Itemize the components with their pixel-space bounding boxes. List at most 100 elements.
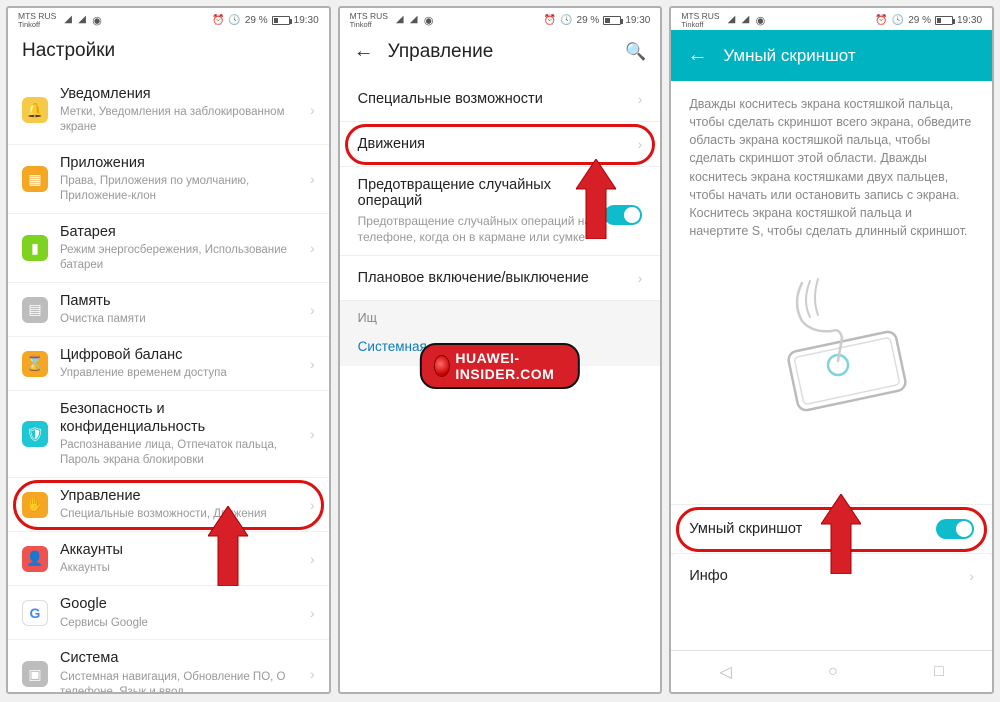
row-icon: 👤	[22, 546, 48, 572]
nav-bar: ◁ ○ □	[671, 650, 992, 692]
row-subtitle: Очистка памяти	[60, 312, 298, 327]
settings-row-батарея[interactable]: ▮ Батарея Режим энергосбережения, Использо…	[8, 214, 329, 283]
nav-recent-button[interactable]: □	[914, 657, 964, 687]
row-info[interactable]: Инфо ›	[671, 553, 992, 598]
row-scheduled-power[interactable]: Плановое включение/выключение ›	[340, 256, 661, 301]
alarm-icon: ⏰	[212, 15, 224, 26]
chevron-right-icon: ›	[638, 91, 643, 107]
nav-home-button[interactable]: ○	[808, 657, 858, 687]
row-title: Уведомления	[60, 85, 298, 103]
battery-percent: 29 %	[245, 15, 268, 26]
row-subtitle: Распознавание лица, Отпечаток пальца, Па…	[60, 438, 298, 468]
search-icon[interactable]: 🔍	[625, 42, 646, 62]
settings-row-безопасность-и-конфиденциальность[interactable]: 🛡Безопасность и конфиденциальностьРаспоз…	[8, 391, 329, 478]
row-icon: ▮	[22, 235, 48, 261]
row-title: Безопасность и конфиденциальность	[60, 400, 298, 436]
row-title: Google	[60, 595, 298, 613]
settings-row-цифровой-баланс[interactable]: ⌛Цифровой балансУправление временем дост…	[8, 337, 329, 391]
clock-icon: 🕓	[892, 15, 904, 26]
row-title: Система	[60, 649, 298, 667]
row-motions[interactable]: Движения ›	[340, 122, 661, 167]
alarm-icon: ⏰	[544, 15, 556, 26]
chevron-right-icon: ›	[638, 270, 643, 286]
chevron-right-icon: ›	[310, 426, 315, 442]
chevron-right-icon: ›	[310, 171, 315, 187]
clock-icon: 🕓	[560, 15, 572, 26]
chevron-right-icon: ›	[310, 666, 315, 682]
settings-row-система[interactable]: ▣ Система Системная навигация, Обновление …	[8, 640, 329, 692]
row-icon: ✋	[22, 492, 48, 518]
row-subtitle: Аккаунты	[60, 561, 298, 576]
row-accessibility[interactable]: Специальные возможности ›	[340, 77, 661, 122]
carrier-sub: Tinkoff	[18, 21, 56, 29]
row-subtitle: Управление временем доступа	[60, 366, 298, 381]
status-bar: MTS RUS Tinkoff ◉ ⏰ 🕓 29 % 19:30	[340, 8, 661, 30]
row-icon: 🔔	[22, 97, 48, 123]
row-subtitle: Сервисы Google	[60, 616, 298, 631]
settings-row-аккаунты[interactable]: 👤 Аккаунты Аккаунты ›	[8, 532, 329, 586]
signal-icon	[78, 16, 89, 25]
row-icon: ▤	[22, 297, 48, 323]
row-icon: ▣	[22, 661, 48, 687]
chevron-right-icon: ›	[310, 302, 315, 318]
chevron-right-icon: ›	[310, 551, 315, 567]
row-subtitle: Специальные возможности, Движения	[60, 507, 298, 522]
alarm-icon: ⏰	[875, 15, 887, 26]
settings-row-память[interactable]: ▤ Память Очистка памяти ›	[8, 283, 329, 337]
header: Настройки	[8, 30, 329, 76]
row-title: Управление	[60, 487, 298, 505]
row-title: Батарея	[60, 223, 298, 241]
time-label: 19:30	[294, 15, 319, 26]
row-smart-screenshot-toggle[interactable]: Умный скриншот	[671, 504, 992, 553]
signal-icon	[410, 16, 421, 25]
chevron-right-icon: ›	[310, 497, 315, 513]
row-icon: ⌛	[22, 351, 48, 377]
page-title: Настройки	[22, 40, 115, 62]
row-subtitle: Режим энергосбережения, Использование ба…	[60, 243, 298, 273]
back-button[interactable]: ←	[354, 40, 374, 63]
chevron-right-icon: ›	[310, 605, 315, 621]
chevron-right-icon: ›	[310, 356, 315, 372]
row-title: Память	[60, 292, 298, 310]
back-button[interactable]: ←	[687, 44, 707, 67]
toggle-prevent-ops[interactable]	[604, 205, 642, 225]
header: ← Умный скриншот	[671, 30, 992, 81]
signal-icon	[742, 16, 753, 25]
wifi-icon: ◉	[424, 14, 434, 27]
chevron-right-icon: ›	[310, 240, 315, 256]
row-subtitle: Системная навигация, Обновление ПО, О те…	[60, 670, 298, 692]
page-title: Управление	[388, 41, 494, 63]
status-bar: MTS RUS Tinkoff ◉ ⏰ 🕓 29 % 19:30	[671, 8, 992, 30]
page-title: Умный скриншот	[723, 46, 855, 66]
row-title: Приложения	[60, 154, 298, 172]
phone-management: MTS RUS Tinkoff ◉ ⏰ 🕓 29 % 19:30 ← Управ…	[338, 6, 663, 694]
phone-settings: MTS RUS Tinkoff ◉ ⏰ 🕓 29 % 19:30 Настрой…	[6, 6, 331, 694]
settings-row-управление[interactable]: ✋ Управление Специальные возможности, Движ…	[8, 478, 329, 532]
settings-row-уведомления[interactable]: 🔔 Уведомления Метки, Уведомления на заблок…	[8, 76, 329, 145]
wifi-icon: ◉	[756, 14, 766, 27]
knuckle-illustration	[671, 248, 992, 438]
row-subtitle: Метки, Уведомления на заблокированном эк…	[60, 105, 298, 135]
row-title: Аккаунты	[60, 541, 298, 559]
settings-row-google[interactable]: G Google Сервисы Google ›	[8, 586, 329, 640]
chevron-right-icon: ›	[969, 568, 974, 584]
row-subtitle: Права, Приложения по умолчанию, Приложен…	[60, 174, 298, 204]
row-prevent-ops[interactable]: Предотвращение случайных операций Предот…	[340, 167, 661, 256]
status-bar: MTS RUS Tinkoff ◉ ⏰ 🕓 29 % 19:30	[8, 8, 329, 30]
chevron-right-icon: ›	[638, 136, 643, 152]
clock-icon: 🕓	[228, 15, 240, 26]
battery-icon	[935, 16, 953, 25]
wifi-icon: ◉	[92, 14, 102, 27]
nav-back-button[interactable]: ◁	[700, 656, 752, 688]
huawei-logo-icon	[434, 355, 450, 377]
description-text: Дважды коснитесь экрана костяшкой пальца…	[671, 81, 992, 248]
settings-list[interactable]: 🔔 Уведомления Метки, Уведомления на заблок…	[8, 76, 329, 692]
row-icon: G	[22, 600, 48, 626]
phone-smart-screenshot: MTS RUS Tinkoff ◉ ⏰ 🕓 29 % 19:30 ← Умный…	[669, 6, 994, 694]
toggle-smart-screenshot[interactable]	[936, 519, 974, 539]
carrier-label: MTS RUS	[18, 12, 56, 21]
battery-icon	[272, 16, 290, 25]
watermark-badge: HUAWEI-INSIDER.COM	[420, 343, 580, 389]
settings-row-приложения[interactable]: ▦ПриложенияПрава, Приложения по умолчани…	[8, 145, 329, 214]
battery-icon	[603, 16, 621, 25]
